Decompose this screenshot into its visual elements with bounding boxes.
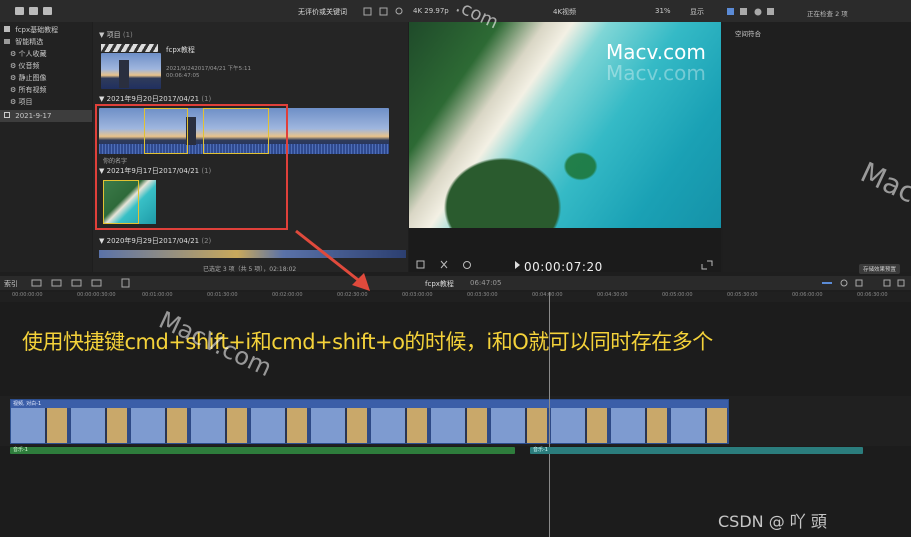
ruler-tick-label: 00:05:00:00 (662, 292, 693, 298)
libraries-sidebar: fcpx基础教程 智能精选 ⚙ 个人收藏 ⚙ 仪音频 ⚙ 静止图像 ⚙ 所有视频… (0, 22, 92, 272)
project-duration: 00:06:47:05 (166, 73, 200, 79)
display-dropdown[interactable]: 显示 (690, 7, 704, 17)
sidebar-item-favorites[interactable]: ⚙ 个人收藏 (0, 48, 92, 60)
library-name: fcpx基础教程 (15, 26, 59, 34)
ruler-tick-label: 00:06:30:00 (857, 292, 888, 298)
timeline-toolbar: 索引 fcpx教程 06:47:05 (0, 276, 911, 290)
viewer-format[interactable]: 4K 29.97p (413, 7, 449, 15)
library-item[interactable]: fcpx基础教程 (0, 24, 92, 36)
watermark-top-right-shadow: Macv.com (606, 61, 706, 85)
sidebar-item-projects[interactable]: ⚙ 项目 (0, 96, 92, 108)
smart-collections-label: 智能精选 (15, 38, 44, 46)
timeline-project-name[interactable]: fcpx教程 (425, 279, 454, 289)
ruler-tick-label: 00:03:00:00 (402, 292, 433, 298)
library-icons[interactable] (14, 5, 54, 17)
edit-tools-icons[interactable] (30, 278, 140, 288)
event-group-count: (1) (201, 95, 212, 103)
playhead[interactable] (549, 292, 550, 537)
event-icon (4, 112, 10, 118)
project-thumbnail[interactable] (101, 53, 161, 89)
ruler-tick-label: 00:03:30:00 (467, 292, 498, 298)
ruler-tick-label: 00:01:00:00 (142, 292, 173, 298)
browser-toolbar-icons[interactable] (362, 7, 407, 17)
watermark-credit: CSDN @ 吖 頭 (718, 512, 827, 531)
project-date: 2021/9/242017/04/21 下午5:11 (166, 66, 252, 72)
projects-header: ▼ 项目 (1) (99, 31, 133, 39)
viewer-title: 4K视频 (553, 8, 577, 16)
sidebar-item-audio[interactable]: ⚙ 仪音频 (0, 60, 92, 72)
inspector: 正在检查 2 项 空间符合 存储效果预置 (723, 8, 911, 274)
annotation-arrow (295, 229, 370, 291)
project-name[interactable]: fcpx教程 (166, 45, 195, 55)
sidebar-item-label: 个人收藏 (18, 50, 47, 58)
event-group-3-header[interactable]: ▼ 2020年9月29日2017/04/21 (2) (99, 236, 211, 246)
project-clapper-icon (101, 44, 158, 52)
audio-clip-music-1[interactable]: 音乐-1 (10, 447, 515, 454)
ruler-tick-label: 00:00:00:30:00 (77, 292, 116, 298)
clip-title-bar: 视频, 对白-1 (11, 400, 728, 408)
browser-status: 已选定 3 项（共 5 项），02:18:02 (203, 266, 297, 273)
overlay-caption: 使用快捷键cmd+shift+i和cmd+shift+o的时候，i和O就可以同时… (22, 330, 713, 354)
sidebar-item-label: 所有视频 (18, 86, 47, 94)
sidebar-item-label: 项目 (18, 98, 33, 106)
ruler-tick-label: 00:05:30:00 (727, 292, 758, 298)
timeline-ruler[interactable]: 00:00:00:00 00:00:00:30:00 00:01:00:00 00:0… (0, 292, 911, 302)
library-toolbar-icons (14, 5, 54, 17)
sidebar-item-all-video[interactable]: ⚙ 所有视频 (0, 84, 92, 96)
event-group-count: (2) (201, 237, 212, 245)
projects-count: (1) (122, 31, 133, 39)
inspector-tabs[interactable] (727, 7, 787, 17)
timeline-video-clip[interactable]: 视频, 对白-1 (10, 399, 729, 444)
event-group-title: 2021年9月20日2017/04/21 (106, 95, 200, 103)
index-button[interactable]: 索引 (4, 279, 18, 289)
sidebar-event-selected[interactable]: 2021-9-17 (0, 110, 92, 122)
filter-dropdown[interactable]: 无评价或关键词 (298, 7, 347, 17)
smart-collections-folder[interactable]: 智能精选 (0, 36, 92, 48)
zoom-dropdown[interactable]: 31% (655, 7, 671, 15)
sidebar-item-label: 仪音频 (18, 62, 40, 70)
ruler-tick-label: 00:04:00:00 (532, 292, 563, 298)
ruler-tick-label: 00:04:30:00 (597, 292, 628, 298)
ruler-tick-label: 00:01:30:00 (207, 292, 238, 298)
timeline-right-icons[interactable] (820, 278, 908, 288)
folder-icon (4, 39, 10, 44)
sidebar-item-label: 静止图像 (18, 74, 47, 82)
ruler-tick-label: 00:00:00:00 (12, 292, 43, 298)
sidebar-item-stills[interactable]: ⚙ 静止图像 (0, 72, 92, 84)
library-icon (4, 26, 10, 32)
inspector-section: 空间符合 (735, 30, 761, 38)
event-group-title: 2020年9月29日2017/04/21 (106, 237, 200, 245)
event-label: 2021-9-17 (15, 112, 52, 120)
ruler-tick-label: 00:06:00:00 (792, 292, 823, 298)
timeline-duration: 06:47:05 (470, 279, 502, 287)
inspector-status: 正在检查 2 项 (807, 10, 848, 18)
viewer-timecode: 00:00:07:20 (524, 260, 603, 274)
highlight-box (95, 104, 288, 230)
event-group-1-header[interactable]: ▼ 2021年9月20日2017/04/21 (1) (99, 94, 211, 104)
audio-clip-music-2[interactable]: 音乐-1 (530, 447, 863, 454)
projects-header-label: 项目 (106, 31, 121, 39)
save-preset-button[interactable]: 存储效果预置 (859, 264, 901, 274)
